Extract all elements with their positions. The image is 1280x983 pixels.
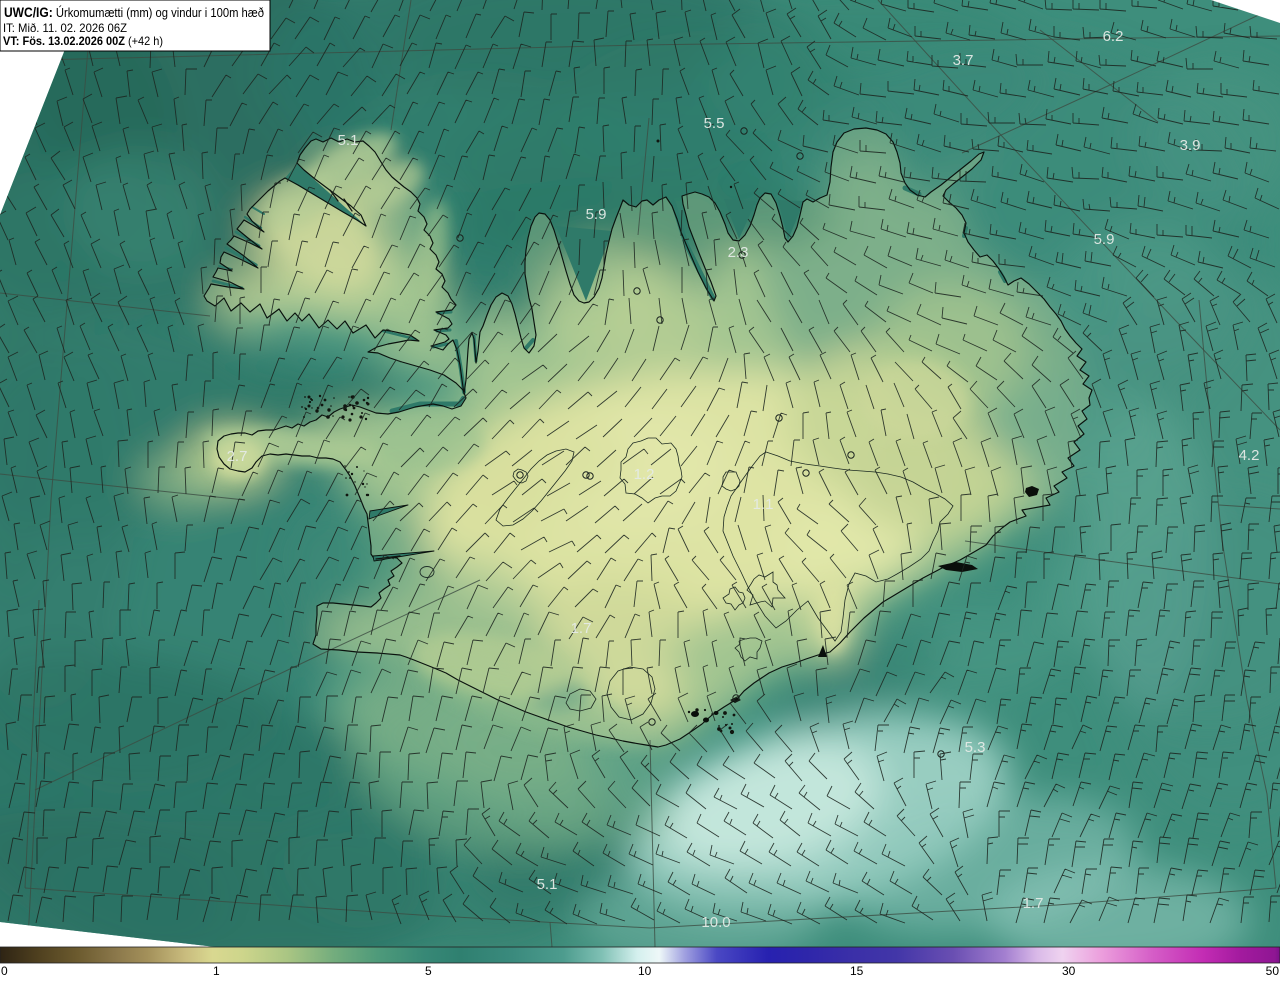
svg-text:2.3: 2.3 [728, 244, 749, 261]
svg-text:5.9: 5.9 [1094, 231, 1115, 248]
svg-text:0: 0 [1, 964, 8, 978]
svg-text:1: 1 [213, 964, 220, 978]
svg-text:5.5: 5.5 [704, 115, 725, 132]
svg-text:10.0: 10.0 [701, 914, 730, 931]
svg-text:1.2: 1.2 [634, 466, 655, 483]
svg-text:IT: Mið. 11. 02. 2026 06Z: IT: Mið. 11. 02. 2026 06Z [3, 21, 127, 35]
svg-text:30: 30 [1062, 964, 1076, 978]
svg-text:10: 10 [638, 964, 652, 978]
svg-text:4.2: 4.2 [1239, 447, 1260, 464]
svg-text:5: 5 [425, 964, 432, 978]
svg-text:VT: Fös. 13.02.2026 00Z (+42 h: VT: Fös. 13.02.2026 00Z (+42 h) [3, 34, 163, 48]
svg-text:5.1: 5.1 [338, 132, 359, 149]
svg-text:2.7: 2.7 [227, 448, 248, 465]
svg-text:UWC/IG: Úrkomumætti (mm) og vi: UWC/IG: Úrkomumætti (mm) og vindur i 100… [4, 5, 264, 20]
svg-text:1.7: 1.7 [571, 620, 592, 637]
svg-text:1.1: 1.1 [753, 496, 774, 513]
svg-text:5.3: 5.3 [965, 739, 986, 756]
svg-text:50: 50 [1266, 964, 1280, 978]
svg-text:5.1: 5.1 [537, 876, 558, 893]
svg-text:5.9: 5.9 [586, 206, 607, 223]
svg-text:3.9: 3.9 [1180, 137, 1201, 154]
svg-text:1.7: 1.7 [1023, 895, 1044, 912]
svg-text:3.7: 3.7 [953, 52, 974, 69]
svg-text:15: 15 [850, 964, 864, 978]
svg-text:6.2: 6.2 [1103, 28, 1124, 45]
